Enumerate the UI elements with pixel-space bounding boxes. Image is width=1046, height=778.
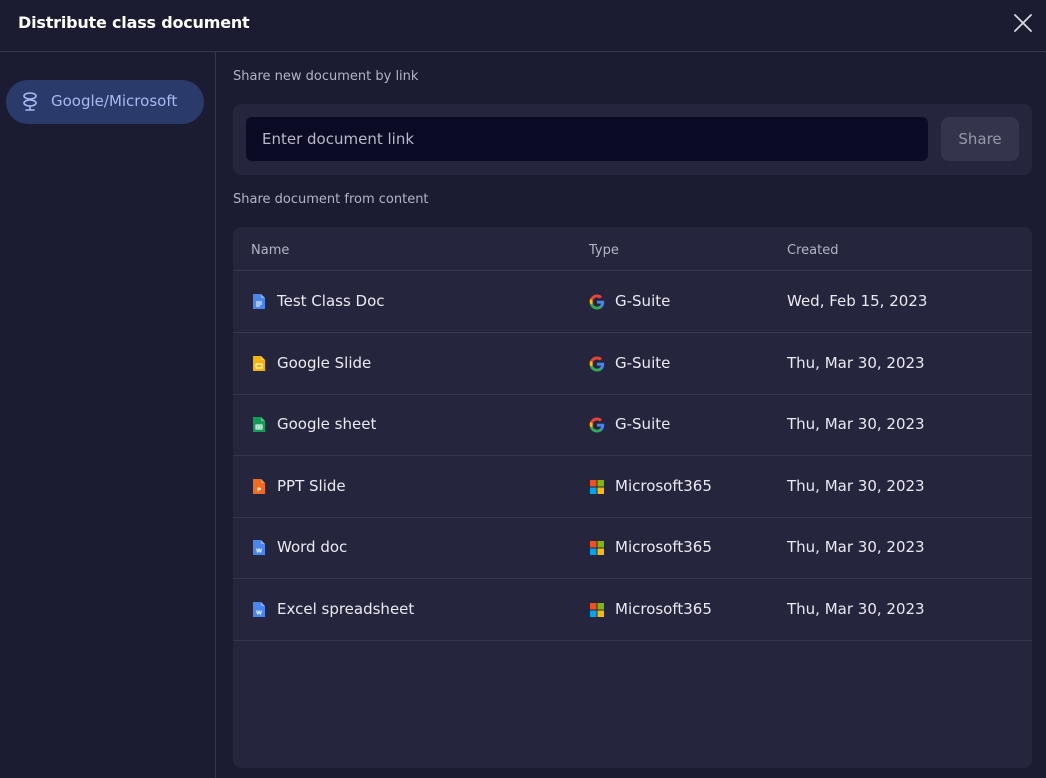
document-name: Test Class Doc <box>277 292 385 310</box>
table-row[interactable]: Google Slide G-Suite Thu, Mar 30, 2023 <box>233 333 1032 395</box>
excel-icon: W <box>252 601 266 618</box>
column-header-created: Created <box>787 243 839 258</box>
document-created-date: Thu, Mar 30, 2023 <box>787 477 925 495</box>
svg-text:W: W <box>256 549 262 555</box>
column-header-name: Name <box>251 243 290 258</box>
document-name: Google sheet <box>277 415 377 433</box>
column-header-type: Type <box>589 243 619 258</box>
document-type: Microsoft365 <box>615 600 712 618</box>
google-sheets-icon <box>252 416 266 433</box>
document-created-date: Thu, Mar 30, 2023 <box>787 538 925 556</box>
document-name: Google Slide <box>277 354 372 372</box>
svg-text:P: P <box>257 488 261 494</box>
google-icon <box>589 294 605 310</box>
dialog-title: Distribute class document <box>18 13 250 32</box>
document-name: PPT Slide <box>277 477 346 495</box>
dialog-header: Distribute class document <box>0 0 1046 52</box>
sidebar-item-google-microsoft[interactable]: Google/Microsoft <box>6 80 204 124</box>
document-created-date: Thu, Mar 30, 2023 <box>787 354 925 372</box>
document-type: G-Suite <box>615 354 671 372</box>
word-icon: W <box>252 539 266 556</box>
document-type: G-Suite <box>615 415 671 433</box>
document-type: Microsoft365 <box>615 477 712 495</box>
table-row[interactable]: Test Class Doc G-Suite Wed, Feb 15, 2023 <box>233 271 1032 333</box>
document-link-input[interactable] <box>246 117 928 161</box>
close-button[interactable] <box>1010 10 1036 36</box>
document-created-date: Thu, Mar 30, 2023 <box>787 600 925 618</box>
document-created-date: Wed, Feb 15, 2023 <box>787 292 928 310</box>
svg-text:W: W <box>256 611 262 617</box>
google-slides-icon <box>252 355 266 372</box>
document-created-date: Thu, Mar 30, 2023 <box>787 415 925 433</box>
microsoft-icon <box>589 479 605 495</box>
table-header: Name Type Created <box>233 227 1032 271</box>
powerpoint-icon: P <box>252 478 266 495</box>
document-name: Excel spreadsheet <box>277 600 415 618</box>
document-type: Microsoft365 <box>615 538 712 556</box>
close-icon <box>1014 14 1032 32</box>
share-by-link-label: Share new document by link <box>233 69 419 84</box>
provider-icon <box>23 92 37 111</box>
share-button[interactable]: Share <box>941 117 1019 161</box>
sidebar: Google/Microsoft <box>0 52 216 778</box>
document-type: G-Suite <box>615 292 671 310</box>
share-link-panel: Share <box>233 104 1032 175</box>
share-from-content-label: Share document from content <box>233 192 429 207</box>
table-row[interactable]: Google sheet G-Suite Thu, Mar 30, 2023 <box>233 394 1032 456</box>
sidebar-item-label: Google/Microsoft <box>51 92 178 110</box>
microsoft-icon <box>589 602 605 618</box>
google-icon <box>589 356 605 372</box>
document-name: Word doc <box>277 538 348 556</box>
distribute-document-dialog: Distribute class document Google/Microso… <box>0 0 1046 778</box>
google-docs-icon <box>252 293 266 310</box>
document-table: Name Type Created Test Class Doc G-Suite W… <box>233 227 1032 768</box>
google-icon <box>589 417 605 433</box>
table-row[interactable]: W Excel spreadsheet Microsoft365 Thu, Mar 3… <box>233 579 1032 641</box>
table-row[interactable]: W Word doc Microsoft365 Thu, Mar 30, 2023 <box>233 517 1032 579</box>
table-row[interactable]: P PPT Slide Microsoft365 Thu, Mar 30, 2023 <box>233 456 1032 518</box>
microsoft-icon <box>589 540 605 556</box>
